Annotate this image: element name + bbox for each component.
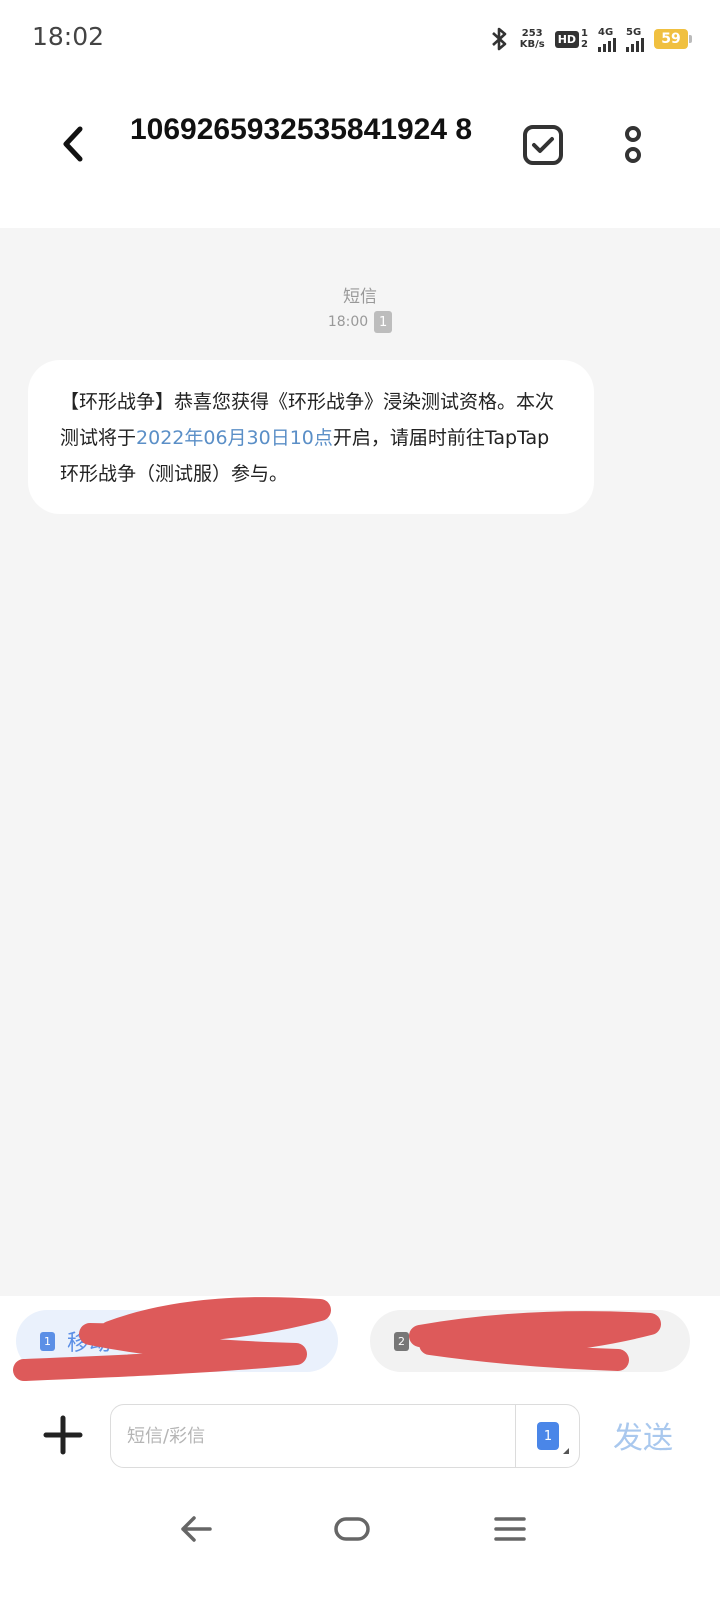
message-input[interactable]: [111, 1405, 515, 1467]
bluetooth-icon: [491, 27, 507, 51]
status-bar: 18:02 253 KB/s HD 1 2 4G 5G 59: [0, 0, 720, 78]
network-speed: 253 KB/s: [520, 28, 545, 50]
message-list[interactable]: 短信 18:00 1 【环形战争】恭喜您获得《环形战争》浸染测试资格。本次测试将…: [0, 228, 720, 1296]
sim1-badge: 1: [40, 1331, 55, 1351]
message-input-wrapper: 1: [110, 1404, 580, 1468]
sim2-button[interactable]: 2: [370, 1310, 690, 1372]
nav-menu-button[interactable]: [480, 1506, 540, 1552]
battery-level: 59: [661, 31, 681, 47]
signal-4g-label: 4G: [598, 26, 614, 38]
nav-back-button[interactable]: [166, 1506, 226, 1552]
hd-sim-1: 1: [581, 28, 588, 39]
sim1-name: 移动: [67, 1331, 112, 1356]
sim-card-icon: 1: [537, 1422, 569, 1454]
network-speed-value: 253: [521, 28, 543, 39]
status-time: 18:02: [32, 22, 105, 51]
hd-label: HD: [554, 30, 580, 48]
navigation-bar: [0, 1482, 720, 1600]
send-button[interactable]: 发送: [606, 1410, 680, 1460]
nav-home-button[interactable]: [322, 1506, 382, 1552]
more-vertical-icon: [625, 126, 641, 163]
back-arrow-icon: [181, 1516, 212, 1542]
message-meta: 短信 18:00 1: [0, 282, 720, 333]
sim-selector: 1 移动 2: [0, 1296, 720, 1390]
plus-icon: [43, 1415, 83, 1455]
battery-icon: 59: [654, 29, 692, 49]
back-button[interactable]: [50, 116, 96, 172]
signal-5g-label: 5G: [626, 26, 642, 38]
status-icons: 253 KB/s HD 1 2 4G 5G 59: [488, 24, 692, 54]
menu-icon: [494, 1517, 526, 1541]
message-bubble[interactable]: 【环形战争】恭喜您获得《环形战争》浸染测试资格。本次测试将于2022年06月30…: [28, 360, 594, 514]
signal-5g-icon: 5G: [626, 27, 644, 52]
message-date-link[interactable]: 2022年06月30日10点: [136, 427, 333, 449]
sim-slot-badge: 1: [374, 311, 393, 333]
network-speed-unit: KB/s: [519, 39, 545, 50]
hd-sim-2: 2: [581, 39, 588, 50]
sim-switch-button[interactable]: 1: [516, 1405, 580, 1467]
more-options-button[interactable]: [618, 122, 648, 168]
message-time: 18:00: [327, 314, 369, 330]
checkbox-icon: [523, 125, 563, 165]
contact-number: 1069265932535841924 8: [130, 113, 473, 146]
signal-4g-icon: 4G: [598, 27, 616, 52]
select-messages-button[interactable]: [520, 122, 566, 168]
sim2-badge: 2: [394, 1331, 409, 1351]
hd-icon: HD 1 2: [554, 28, 588, 50]
sim1-button[interactable]: 1 移动: [16, 1310, 338, 1372]
chevron-left-icon: [63, 126, 83, 162]
home-icon: [334, 1517, 370, 1541]
add-attachment-button[interactable]: [40, 1410, 86, 1460]
conversation-header: 1069265932535841924 8: [0, 78, 720, 228]
message-composer: 1 发送: [0, 1390, 720, 1482]
message-type: 短信: [343, 287, 377, 307]
